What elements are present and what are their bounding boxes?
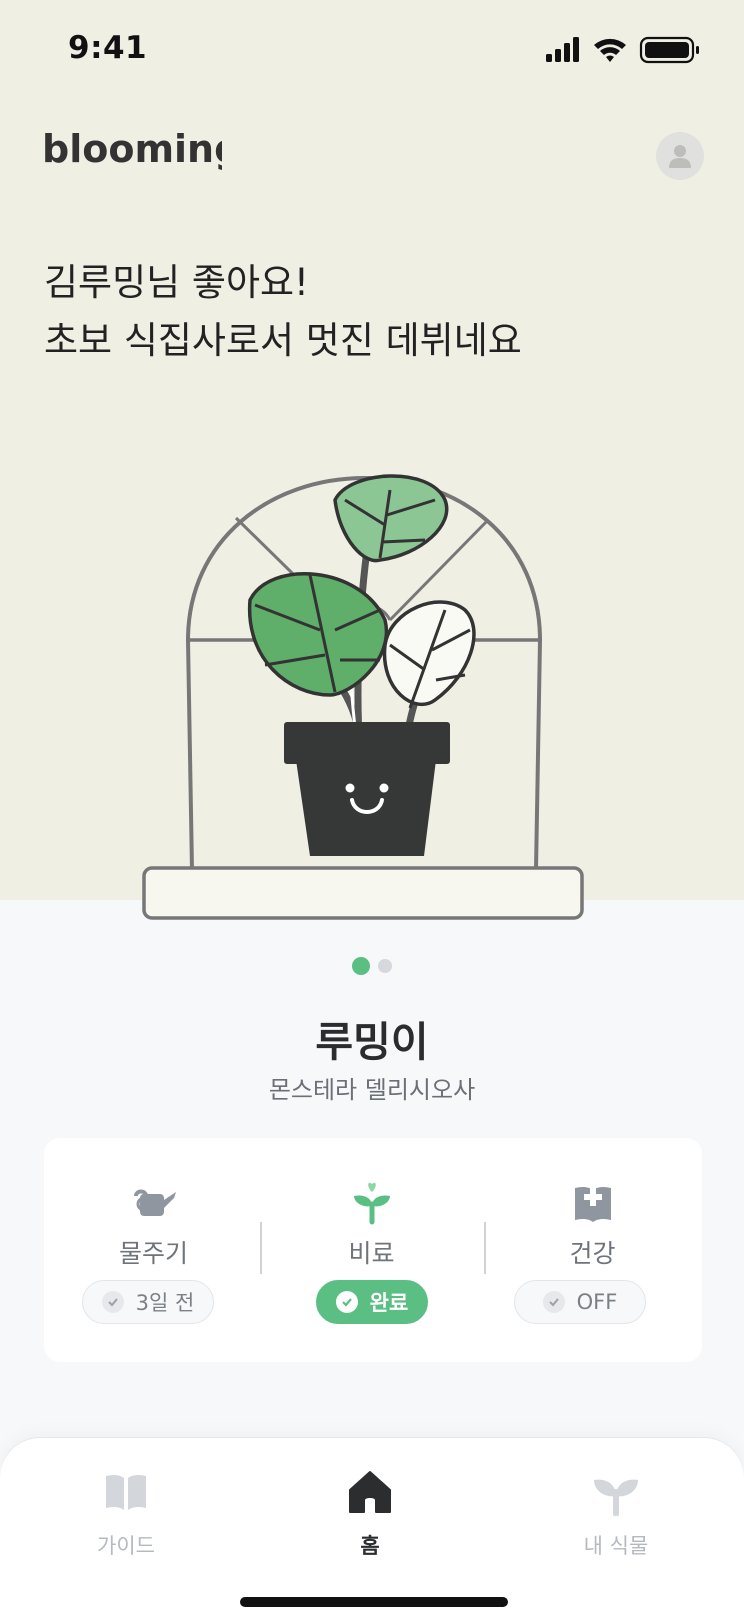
care-label-watering: 물주기 <box>118 1239 188 1268</box>
book-icon <box>106 1474 146 1510</box>
carousel-indicator <box>352 956 392 976</box>
care-label-health: 건강 <box>569 1239 616 1268</box>
health-status-chip[interactable]: OFF <box>514 1280 646 1324</box>
home-indicator <box>240 1597 508 1607</box>
cellular-signal-icon <box>546 37 579 62</box>
carousel-dot-active[interactable] <box>352 957 370 975</box>
watering-can-icon <box>133 1189 176 1216</box>
plant-name: 루밍이 <box>315 1018 429 1066</box>
care-health[interactable]: 건강 OFF <box>483 1138 702 1362</box>
plant-illustration <box>142 474 584 920</box>
check-icon <box>335 1291 358 1313</box>
care-watering[interactable]: 물주기 3일 전 <box>44 1138 263 1362</box>
fertilizer-status-chip[interactable]: 완료 <box>316 1280 428 1324</box>
sprout-icon <box>594 1479 638 1517</box>
watering-status-chip[interactable]: 3일 전 <box>82 1280 214 1324</box>
status-time: 9:41 <box>68 30 148 66</box>
profile-button[interactable] <box>656 132 704 180</box>
watering-status: 3일 전 <box>135 1291 195 1315</box>
care-label-fertilizer: 비료 <box>348 1239 395 1268</box>
tab-my-plants[interactable]: 내 식물 <box>546 1468 686 1560</box>
tab-guide[interactable]: 가이드 <box>56 1468 196 1560</box>
sprout-icon <box>353 1182 390 1225</box>
tab-label-guide: 가이드 <box>97 1534 155 1558</box>
battery-icon <box>639 36 699 64</box>
tab-home[interactable]: 홈 <box>300 1468 440 1560</box>
plant-species: 몬스테라 델리시오사 <box>268 1076 476 1104</box>
greeting-line-1: 김루밍님 좋아요! <box>44 261 309 304</box>
fertilizer-status: 완료 <box>369 1291 409 1315</box>
carousel-dot[interactable] <box>378 959 392 973</box>
status-icons <box>546 36 699 64</box>
health-book-icon <box>574 1186 611 1222</box>
user-icon <box>669 145 691 168</box>
health-status: OFF <box>576 1290 618 1314</box>
check-icon <box>542 1291 565 1313</box>
svg-text:blooming: blooming <box>42 128 222 171</box>
home-icon <box>349 1471 391 1513</box>
tab-label-my-plants: 내 식물 <box>583 1534 649 1558</box>
check-icon <box>101 1291 124 1313</box>
tab-label-home: 홈 <box>360 1534 380 1558</box>
greeting-message: 김루밍님 좋아요! 초보 식집사로서 멋진 데뷔네요 <box>44 254 684 370</box>
care-status-card: 물주기 3일 전 비료 완료 건강 OFF <box>44 1138 702 1362</box>
bottom-tab-bar: 가이드 홈 내 식물 <box>0 1438 744 1620</box>
wifi-icon <box>594 38 626 62</box>
blooming-logo: blooming <box>42 128 222 171</box>
greeting-line-2: 초보 식집사로서 멋진 데뷔네요 <box>44 319 522 362</box>
care-fertilizer[interactable]: 비료 완료 <box>262 1138 481 1362</box>
